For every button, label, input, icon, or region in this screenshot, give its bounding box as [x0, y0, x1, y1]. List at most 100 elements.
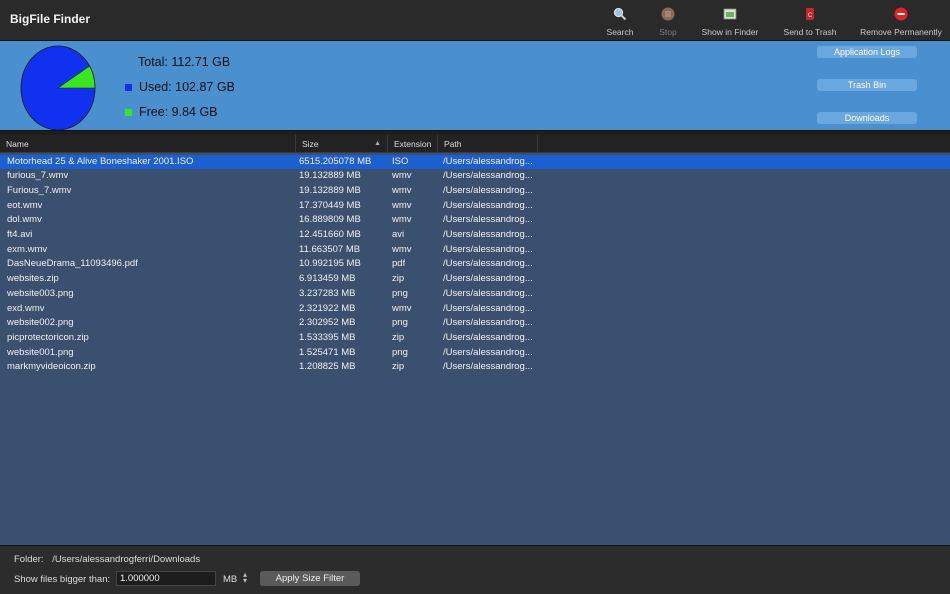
folder-row: Folder: /Users/alessandrogferri/Download…	[14, 554, 206, 565]
file-name-cell: website002.png	[7, 317, 74, 329]
file-name-cell: Motorhead 25 & Alive Boneshaker 2001.ISO	[7, 155, 194, 167]
send-to-trash-button[interactable]: C Send to Trash	[765, 7, 855, 37]
table-row[interactable]: DasNeueDrama_11093496.pdf 10.992195 MB pdf…	[0, 257, 950, 272]
file-extension-cell: ISO	[392, 155, 409, 167]
file-extension-cell: wmv	[392, 243, 412, 255]
stop-icon	[661, 7, 675, 21]
disk-usage-pie-chart	[20, 45, 96, 131]
file-size-cell: 1.533395 MB	[299, 331, 356, 343]
file-path-cell: /Users/alessandrog...	[443, 287, 533, 299]
file-name-cell: website003.png	[7, 287, 74, 299]
size-unit-select[interactable]: MB	[223, 574, 237, 585]
column-header-size-label: Size	[302, 139, 319, 149]
file-path-cell: /Users/alessandrog...	[443, 155, 533, 167]
file-extension-cell: pdf	[392, 258, 406, 270]
file-extension-cell: wmv	[392, 170, 412, 182]
table-row[interactable]: ft4.avi 12.451660 MB avi/Users/alessandrog…	[0, 228, 950, 243]
file-table: Motorhead 25 & Alive Boneshaker 2001.ISO…	[0, 153, 950, 545]
table-row[interactable]: exd.wmv 2.321922 MB wmv/Users/alessandrog.…	[0, 302, 950, 317]
used-label: Used: 102.87 GB	[139, 80, 235, 94]
file-extension-cell: png	[392, 287, 408, 299]
table-row[interactable]: dol.wmv 16.889809 MB wmv/Users/alessandrog…	[0, 213, 950, 228]
folder-label: Folder:	[14, 554, 44, 565]
file-path-cell: /Users/alessandrog...	[443, 302, 533, 314]
file-path-cell: /Users/alessandrog...	[443, 214, 533, 226]
file-name-cell: Furious_7.wmv	[7, 184, 72, 196]
table-row[interactable]: picprotectoricon.zip 1.533395 MB zip/Users…	[0, 331, 950, 346]
file-path-cell: /Users/alessandrog...	[443, 170, 533, 182]
file-extension-cell: wmv	[392, 302, 412, 314]
send-to-trash-label: Send to Trash	[783, 27, 837, 37]
remove-permanently-label: Remove Permanently	[860, 27, 942, 37]
file-extension-cell: wmv	[392, 214, 412, 226]
file-size-cell: 6.913459 MB	[299, 273, 356, 285]
unit-stepper-icon[interactable]: ▴ ▾	[243, 571, 247, 585]
file-size-cell: 19.132889 MB	[299, 170, 361, 182]
used-swatch	[125, 83, 132, 91]
apply-size-filter-button[interactable]: Apply Size Filter	[260, 571, 360, 586]
file-path-cell: /Users/alessandrog...	[443, 229, 533, 240]
file-size-cell: 19.132889 MB	[299, 184, 361, 196]
trash-bin-button[interactable]: Trash Bin	[817, 79, 917, 91]
table-row[interactable]: websites.zip 6.913459 MB zip/Users/alessan…	[0, 272, 950, 287]
file-path-cell: /Users/alessandrog...	[443, 258, 533, 270]
show-in-finder-label: Show in Finder	[701, 27, 759, 37]
file-size-cell: 1.208825 MB	[299, 361, 356, 373]
table-row[interactable]: Motorhead 25 & Alive Boneshaker 2001.ISO…	[0, 154, 950, 170]
size-filter-input[interactable]	[116, 571, 216, 586]
file-extension-cell: avi	[392, 229, 405, 240]
file-name-cell: DasNeueDrama_11093496.pdf	[7, 258, 138, 270]
file-extension-cell: wmv	[392, 199, 412, 211]
free-swatch	[125, 108, 132, 116]
file-name-cell: markmyvideoicon.zip	[7, 361, 96, 373]
remove-permanently-button[interactable]: Remove Permanently	[856, 7, 946, 37]
table-header: Name Size ▲ Extension Path	[0, 135, 950, 153]
table-row[interactable]: website003.png 3.237283 MB png/Users/aless…	[0, 287, 950, 302]
file-name-cell: exd.wmv	[7, 302, 45, 314]
table-row[interactable]: website001.png 1.525471 MB png/Users/aless…	[0, 346, 950, 361]
file-path-cell: /Users/alessandrog...	[443, 273, 533, 285]
file-name-cell: websites.zip	[7, 273, 59, 285]
file-size-cell: 17.370449 MB	[299, 199, 361, 211]
table-row[interactable]: markmyvideoicon.zip 1.208825 MB zip/Users/…	[0, 360, 950, 375]
total-stat: Total: 112.71 GB	[138, 55, 230, 69]
downloads-button[interactable]: Downloads	[817, 112, 917, 124]
footer: Folder: /Users/alessandrogferri/Download…	[0, 545, 950, 594]
stop-label: Stop	[659, 27, 677, 37]
file-path-cell: /Users/alessandrog...	[443, 331, 533, 343]
table-row[interactable]: eot.wmv 17.370449 MB wmv/Users/alessandrog…	[0, 199, 950, 214]
file-path-cell: /Users/alessandrog...	[443, 317, 533, 329]
table-row[interactable]: furious_7.wmv 19.132889 MB wmv/Users/aless…	[0, 169, 950, 184]
file-size-cell: 11.663507 MB	[299, 243, 361, 255]
file-name-cell: website001.png	[7, 346, 74, 358]
file-path-cell: /Users/alessandrog...	[443, 361, 533, 373]
file-path-cell: /Users/alessandrog...	[443, 184, 533, 196]
trash-icon: C	[803, 7, 817, 21]
column-header-path[interactable]: Path	[438, 135, 538, 153]
file-size-cell: 3.237283 MB	[299, 287, 356, 299]
table-row[interactable]: exm.wmv 11.663507 MB wmv/Users/alessandrog…	[0, 243, 950, 258]
application-logs-button[interactable]: Application Logs	[817, 46, 917, 58]
remove-icon	[894, 7, 908, 21]
file-name-cell: dol.wmv	[7, 214, 42, 226]
total-label: Total: 112.71 GB	[138, 55, 231, 69]
column-header-name[interactable]: Name	[0, 135, 296, 153]
file-extension-cell: zip	[392, 361, 405, 373]
table-row[interactable]: Furious_7.wmv 19.132889 MB wmv/Users/aless…	[0, 184, 950, 199]
svg-text:C: C	[808, 13, 813, 19]
file-extension-cell: png	[392, 346, 408, 358]
file-size-cell: 16.889809 MB	[299, 214, 361, 226]
file-extension-cell: zip	[392, 273, 405, 285]
column-header-size[interactable]: Size ▲	[296, 135, 388, 153]
file-extension-cell: png	[392, 317, 408, 329]
free-stat: Free: 9.84 GB	[125, 105, 218, 119]
file-extension-cell: zip	[392, 331, 405, 343]
file-path-cell: /Users/alessandrog...	[443, 199, 533, 211]
app-title: BigFile Finder	[10, 12, 91, 26]
file-size-cell: 2.302952 MB	[299, 317, 356, 329]
file-name-cell: eot.wmv	[7, 199, 43, 211]
file-size-cell: 10.992195 MB	[299, 258, 361, 270]
show-in-finder-button[interactable]: Show in Finder	[685, 7, 775, 37]
column-header-extension[interactable]: Extension	[388, 135, 438, 153]
table-row[interactable]: website002.png 2.302952 MB png/Users/aless…	[0, 316, 950, 331]
